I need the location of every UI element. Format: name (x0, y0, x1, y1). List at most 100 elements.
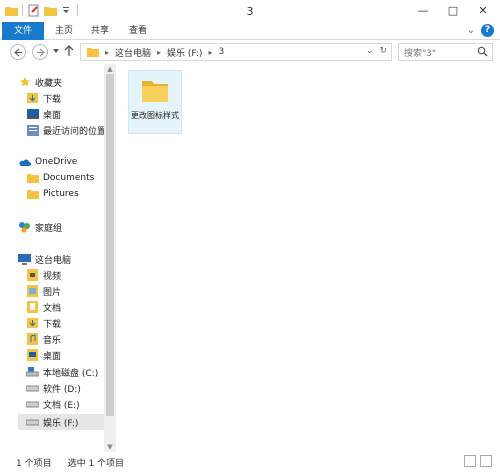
address-folder: ▸ 这台电脑 ▸ 娱乐 (F:) ▸ 3 (87, 46, 224, 59)
address-controls: ⌄ ↻ (366, 46, 387, 56)
star-icon (18, 76, 31, 89)
tree-item-music[interactable]: 音乐 (26, 331, 61, 347)
tree-item-docs[interactable]: 文档 (26, 299, 61, 315)
tree-this-pc[interactable]: 这台电脑 (18, 251, 71, 267)
cloud-icon (18, 156, 31, 169)
tree-item-desktop[interactable]: 桌面 (26, 106, 61, 122)
homegroup-icon (18, 221, 31, 234)
tree-item-pictures[interactable]: Pictures (26, 186, 79, 202)
tree-label: Pictures (43, 189, 79, 199)
tree-homegroup[interactable]: 家庭组 (18, 219, 62, 235)
search-icon[interactable] (477, 46, 488, 60)
breadcrumb-this-pc[interactable]: 这台电脑 (115, 46, 151, 59)
tree-label: 下载 (43, 319, 62, 330)
chevron-right-icon: ▸ (208, 47, 213, 57)
nav-pane-scrollbar[interactable]: ▲ ▼ (104, 64, 116, 452)
tree-label: 桌面 (43, 110, 62, 121)
up-button[interactable] (64, 45, 74, 60)
minimize-button[interactable]: — (408, 0, 438, 20)
refresh-icon[interactable]: ↻ (379, 46, 387, 56)
search-input[interactable]: 搜索"3" (398, 43, 493, 61)
maximize-button[interactable]: □ (438, 0, 468, 20)
tree-item-images[interactable]: 图片 (26, 283, 61, 299)
large-icons-view-icon[interactable] (480, 455, 492, 467)
tab-view[interactable]: 查看 (122, 22, 154, 40)
tree-label: 家庭组 (35, 223, 63, 234)
music-icon (26, 333, 39, 346)
tab-home[interactable]: 主页 (48, 22, 80, 40)
tree-label: 娱乐 (F:) (43, 418, 79, 429)
drive-icon (26, 416, 39, 429)
ribbon-expand-icon[interactable]: ⌄ (467, 25, 475, 36)
tree-item-drive-c[interactable]: 本地磁盘 (C:) (26, 364, 98, 380)
tree-item-drive-f[interactable]: 娱乐 (F:) (18, 414, 104, 430)
tree-label: 软件 (D:) (43, 384, 81, 395)
pictures-icon (26, 285, 39, 298)
chevron-right-icon: ▸ (105, 47, 110, 57)
tree-label: Documents (43, 173, 95, 183)
window-controls: — □ ✕ (408, 0, 498, 20)
tree-label: 文档 (E:) (43, 400, 80, 411)
tree-label: 下载 (43, 94, 62, 105)
computer-icon (18, 253, 31, 266)
back-button[interactable] (10, 44, 26, 60)
forward-button[interactable] (32, 44, 48, 60)
tree-label: 文档 (43, 303, 62, 314)
view-buttons (464, 455, 492, 467)
title-bar: 3 — □ ✕ (0, 0, 500, 22)
scroll-up-icon[interactable]: ▲ (104, 64, 116, 74)
tree-item-recent[interactable]: 最近访问的位置 (26, 122, 106, 138)
tree-item-drive-e[interactable]: 文档 (E:) (26, 396, 80, 412)
tree-item-drive-d[interactable]: 软件 (D:) (26, 380, 81, 396)
tree-item-documents[interactable]: Documents (26, 170, 94, 186)
drive-icon (26, 382, 39, 395)
tree-item-downloads[interactable]: 下载 (26, 90, 61, 106)
address-bar[interactable]: ▸ 这台电脑 ▸ 娱乐 (F:) ▸ 3 ⌄ ↻ (80, 43, 392, 61)
selection-count: 选中 1 个项目 (67, 458, 125, 469)
status-bar: 1 个项目 选中 1 个项目 (0, 452, 500, 472)
folder-icon (87, 48, 99, 57)
ribbon-tabs: 文件 主页 共享 查看 ⌄ ? (0, 22, 500, 40)
details-view-icon[interactable] (464, 455, 476, 467)
system-drive-icon (26, 366, 39, 379)
chevron-right-icon: ▸ (157, 47, 162, 57)
tab-file[interactable]: 文件 (2, 22, 44, 40)
tree-label: 收藏夹 (35, 78, 63, 89)
scrollbar-thumb[interactable] (106, 74, 114, 416)
folder-icon (26, 172, 39, 185)
tree-item-videos[interactable]: 视频 (26, 267, 61, 283)
downloads-icon (26, 317, 39, 330)
scroll-down-icon[interactable]: ▼ (104, 442, 116, 452)
folder-icon (140, 75, 170, 108)
tree-label: 音乐 (43, 335, 62, 346)
desktop-icon (26, 349, 39, 362)
tree-label: 桌面 (43, 351, 62, 362)
downloads-icon (26, 92, 39, 105)
ribbon-right-controls: ⌄ ? (467, 24, 494, 37)
file-item-folder[interactable]: 更改图标样式 (128, 70, 182, 134)
tree-onedrive[interactable]: OneDrive (18, 154, 77, 170)
address-dropdown-icon[interactable]: ⌄ (366, 46, 374, 56)
breadcrumb-folder[interactable]: 3 (218, 47, 224, 57)
recent-places-icon (26, 124, 39, 137)
help-icon[interactable]: ? (481, 24, 494, 37)
recent-locations-icon[interactable] (52, 47, 60, 58)
search-placeholder: 搜索"3" (404, 48, 437, 59)
tree-item-pc-desktop[interactable]: 桌面 (26, 347, 61, 363)
file-list-view: 更改图标样式 (118, 64, 500, 452)
navigation-pane: 收藏夹 下载 桌面 最近访问的位置 OneDrive Documents Pic… (0, 64, 118, 452)
tab-share[interactable]: 共享 (84, 22, 116, 40)
tree-label: 本地磁盘 (C:) (43, 368, 99, 379)
breadcrumb-drive[interactable]: 娱乐 (F:) (167, 46, 202, 59)
tree-item-pc-downloads[interactable]: 下载 (26, 315, 61, 331)
videos-icon (26, 269, 39, 282)
close-button[interactable]: ✕ (468, 0, 498, 20)
tree-favorites[interactable]: 收藏夹 (18, 74, 62, 90)
tree-label: 这台电脑 (35, 255, 72, 266)
folder-icon (26, 188, 39, 201)
navigation-row: ▸ 这台电脑 ▸ 娱乐 (F:) ▸ 3 ⌄ ↻ 搜索"3" (0, 41, 500, 63)
desktop-icon (26, 108, 39, 121)
documents-icon (26, 301, 39, 314)
drive-icon (26, 398, 39, 411)
tree-label: OneDrive (35, 157, 78, 167)
